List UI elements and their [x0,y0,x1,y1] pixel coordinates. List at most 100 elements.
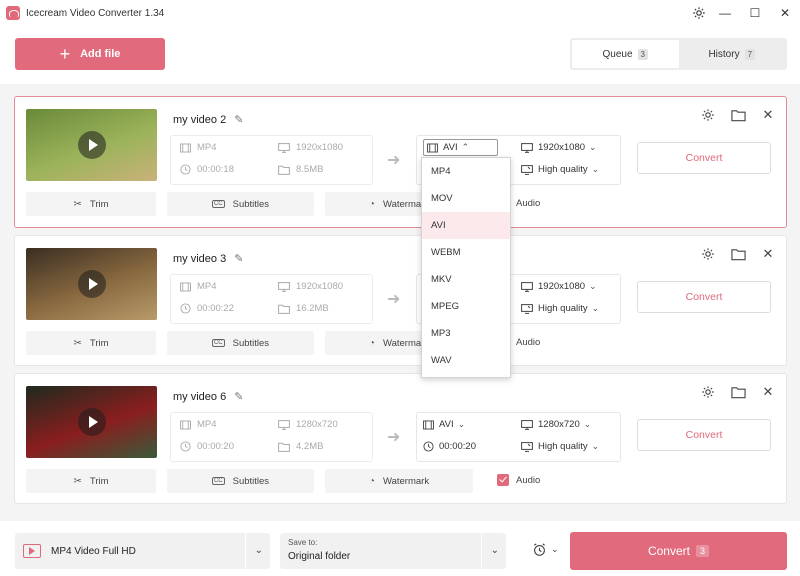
preset-label: MP4 Video Full HD [51,545,136,557]
add-file-label: Add file [80,48,121,60]
clock-icon [423,441,434,452]
watermark-icon: ◔ [368,475,375,487]
convert-button[interactable]: Convert [637,281,771,313]
tab-history[interactable]: History 7 [679,40,786,68]
format-option-mov[interactable]: MOV [422,185,510,212]
convert-all-label: Convert [647,544,690,558]
maximize-icon[interactable]: ☐ [740,0,770,26]
chevron-down-icon: ⌄ [591,441,600,451]
tab-queue[interactable]: Queue 3 [572,40,679,68]
arrow-right-icon: ➜ [387,429,401,446]
toolbar: + Add file Queue 3 History 7 [0,26,800,84]
tab-history-label: History [708,48,740,60]
source-format: MP4 [179,281,217,292]
chevron-down-icon[interactable]: ⌄ [255,545,263,556]
add-file-button[interactable]: + Add file [15,38,165,70]
format-option-mpeg[interactable]: MPEG [422,293,510,320]
folder-icon [278,304,290,314]
editing-tools: ✂ Trim CC Subtitles ◔ Watermark Audio [26,469,776,493]
chevron-up-icon: ⌃ [461,142,470,152]
open-folder-icon[interactable] [730,384,746,400]
convert-button[interactable]: Convert [637,419,771,451]
source-size: 8.5MB [278,164,323,175]
settings-gear-icon[interactable] [700,107,716,123]
video-card: my video 3 ✎ MP4 1920x1080 00:00:22 16.2… [14,235,787,366]
output-quality-select[interactable]: High quality ⌄ [521,441,599,452]
subtitles-button[interactable]: CC Subtitles [167,192,314,216]
remove-close-icon[interactable]: ✕ [760,246,776,262]
footer-bar: MP4 Video Full HD ⌄ Save to: Original fo… [0,521,800,576]
editing-tools: ✂ Trim CC Subtitles ◔ Watermark Audio [26,331,776,355]
preset-select[interactable]: MP4 Video Full HD ⌄ [15,533,270,569]
output-quality-select[interactable]: High quality ⌄ [521,164,599,175]
format-option-wav[interactable]: WAV [422,347,510,374]
tab-queue-label: Queue [602,48,633,60]
film-icon [179,420,191,430]
output-resolution-select[interactable]: 1280x720 ⌄ [521,419,591,430]
film-icon [423,420,434,430]
trim-button[interactable]: ✂ Trim [26,469,156,493]
audio-checkbox[interactable]: Audio [497,474,540,486]
pencil-icon[interactable]: ✎ [234,252,243,265]
play-icon[interactable] [77,131,106,159]
format-option-mkv[interactable]: MKV [422,266,510,293]
output-duration[interactable]: 00:00:20 [423,441,476,452]
tab-history-count: 7 [744,48,756,60]
checkbox-checked-icon [497,474,509,486]
video-thumbnail[interactable] [26,386,157,458]
convert-button[interactable]: Convert [637,142,771,174]
output-format-select[interactable]: AVI ⌃ [423,139,499,156]
settings-gear-icon[interactable] [690,4,708,22]
quality-icon [521,441,533,452]
monitor-icon [521,419,533,430]
cc-icon: CC [211,339,225,347]
subtitles-button[interactable]: CC Subtitles [167,469,314,493]
trim-button[interactable]: ✂ Trim [26,192,156,216]
source-resolution: 1280x720 [278,419,338,430]
video-card: my video 2 ✎ MP4 1920x1080 00:00:18 8.5M… [14,96,787,228]
format-option-webm[interactable]: WEBM [422,239,510,266]
chevron-down-icon[interactable]: ⌄ [491,545,499,556]
output-resolution-select[interactable]: 1920x1080 ⌄ [521,142,597,153]
output-settings: AVI ⌄ 1280x720 ⌄ 00:00:20 High quality ⌄ [416,412,621,462]
video-thumbnail[interactable] [26,248,157,320]
settings-gear-icon[interactable] [700,246,716,262]
format-option-mp4[interactable]: MP4 [422,158,510,185]
format-option-avi[interactable]: AVI [422,212,510,239]
trim-button[interactable]: ✂ Trim [26,331,156,355]
remove-close-icon[interactable]: ✕ [760,384,776,400]
subtitles-button[interactable]: CC Subtitles [167,331,314,355]
pencil-icon[interactable]: ✎ [234,113,243,126]
arrow-right-icon: ➜ [387,291,401,308]
film-icon [179,143,191,153]
remove-close-icon[interactable]: ✕ [760,107,776,123]
title-bar: Icecream Video Converter 1.34 — ☐ ✕ [0,0,800,26]
output-format-select[interactable]: AVI⌄ [423,419,465,430]
folder-icon [278,442,290,452]
output-quality-select[interactable]: High quality ⌄ [521,303,599,314]
clock-icon [179,441,191,452]
play-icon[interactable] [77,408,106,436]
editing-tools: ✂ Trim CC Subtitles ◔ Watermark Audio [26,192,776,216]
minimize-icon[interactable]: — [710,0,740,26]
format-option-mp3[interactable]: MP3 [422,320,510,347]
open-folder-icon[interactable] [730,246,746,262]
convert-all-button[interactable]: Convert 3 [570,532,787,570]
output-resolution-select[interactable]: 1920x1080 ⌄ [521,281,597,292]
schedule-button[interactable]: ⌄ [532,542,559,557]
watermark-button[interactable]: ◔ Watermark [325,469,473,493]
close-window-icon[interactable]: ✕ [770,0,800,26]
source-duration: 00:00:18 [179,164,234,175]
settings-gear-icon[interactable] [700,384,716,400]
quality-icon [521,164,533,175]
app-title: Icecream Video Converter 1.34 [26,7,165,19]
arrow-right-icon: ➜ [387,152,401,169]
video-card: my video 6 ✎ MP4 1280x720 00:00:20 4.2MB… [14,373,787,504]
film-icon [427,143,438,153]
play-icon[interactable] [77,270,106,298]
chevron-down-icon: ⌄ [591,303,600,313]
open-folder-icon[interactable] [730,107,746,123]
video-thumbnail[interactable] [26,109,157,181]
save-to-select[interactable]: Save to: Original folder ⌄ [280,533,506,569]
pencil-icon[interactable]: ✎ [234,390,243,403]
